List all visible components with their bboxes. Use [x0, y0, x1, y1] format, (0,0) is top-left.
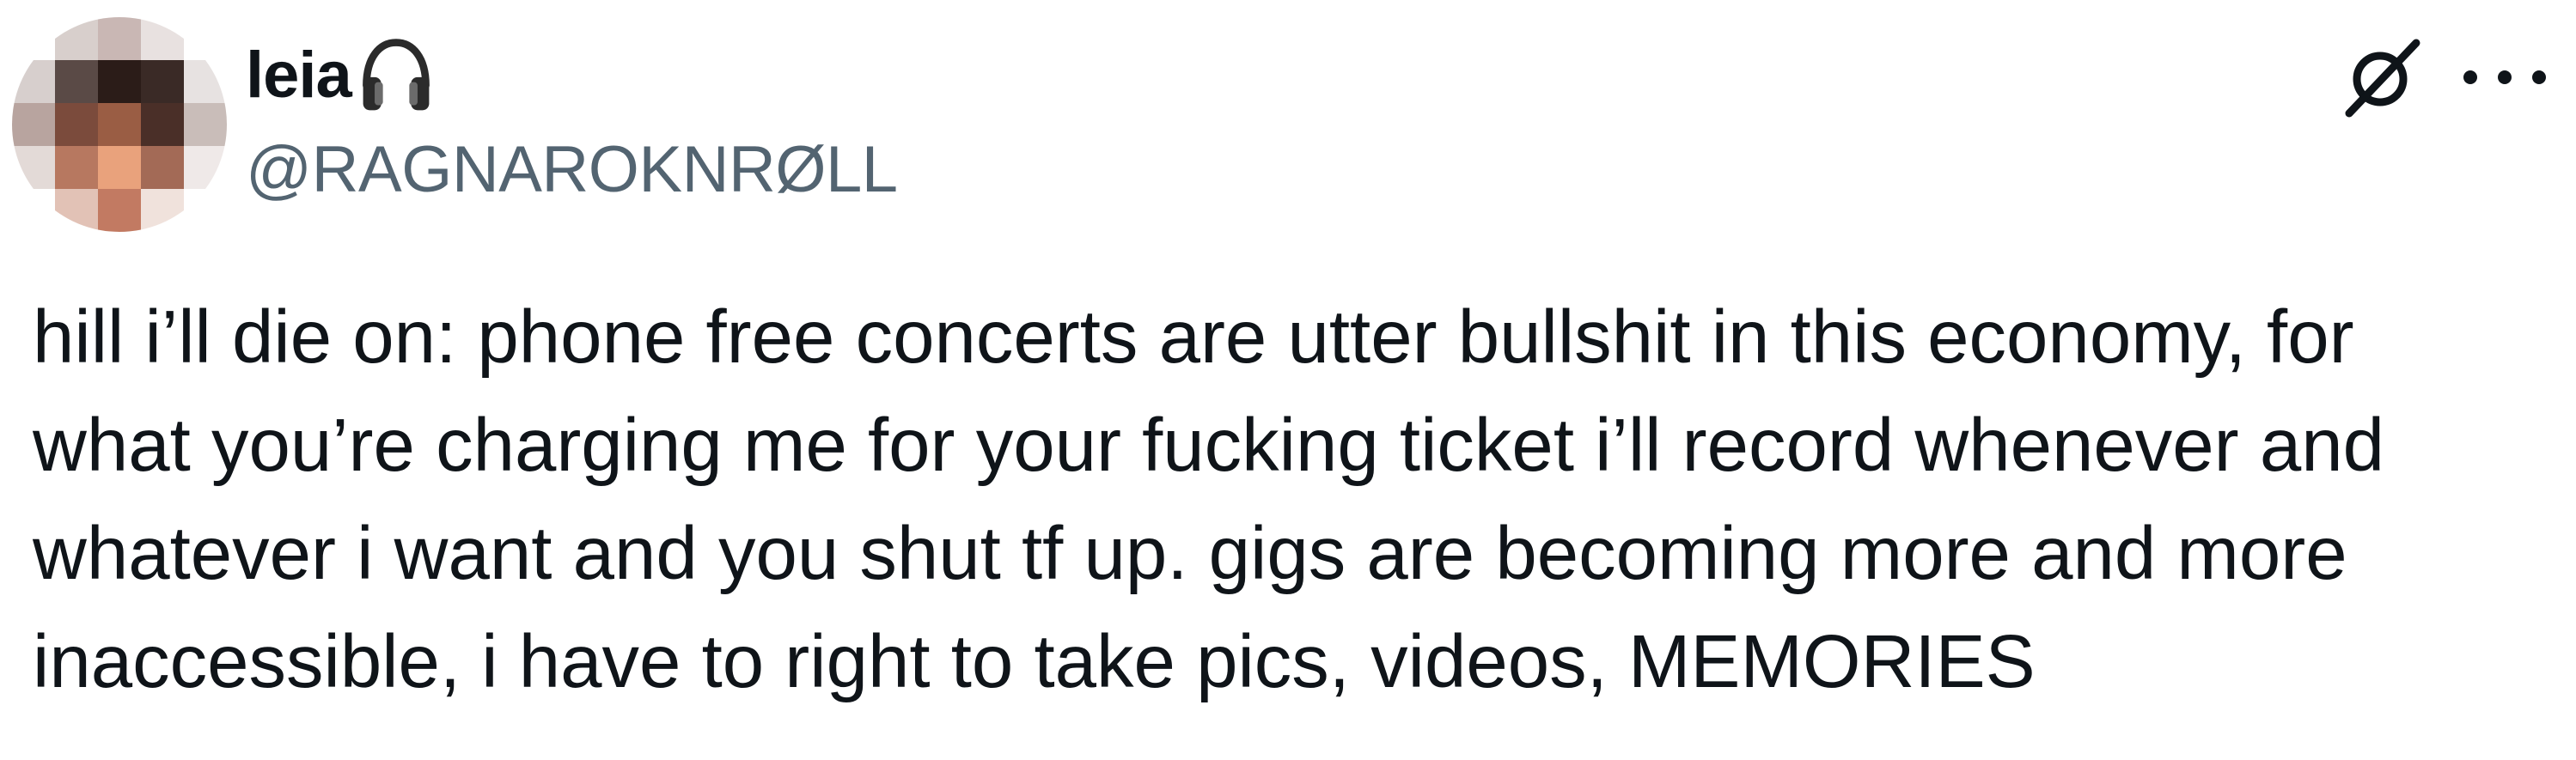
avatar-pixel	[98, 60, 141, 103]
avatar-pixel	[98, 146, 141, 189]
avatar-pixel	[141, 60, 184, 103]
tweet-text: hill i’ll die on: phone free concerts ar…	[33, 295, 2384, 703]
avatar-pixel	[98, 103, 141, 146]
avatar-pixel	[141, 103, 184, 146]
avatar-pixel	[184, 146, 227, 189]
avatar-pixel	[12, 146, 55, 189]
avatar-pixel	[98, 17, 141, 60]
tweet: leia @RAGNAROKNRØLL hill i’ll die on: ph…	[0, 0, 2576, 760]
avatar-pixel	[12, 60, 55, 103]
avatar-pixel	[55, 17, 98, 60]
tweet-header: leia @RAGNAROKNRØLL	[246, 31, 898, 203]
avatar-pixel	[184, 60, 227, 103]
avatar-pixel	[184, 189, 227, 232]
avatar-pixel	[55, 146, 98, 189]
avatar-pixel	[55, 60, 98, 103]
avatar[interactable]	[12, 17, 227, 232]
avatar-pixel	[141, 189, 184, 232]
avatar-pixel	[184, 17, 227, 60]
avatar-pixel	[55, 103, 98, 146]
headphones-icon	[362, 39, 430, 111]
avatar-pixel	[141, 17, 184, 60]
name-row: leia	[246, 31, 898, 120]
avatar-pixel	[141, 146, 184, 189]
avatar-pixel	[12, 103, 55, 146]
avatar-pixel	[55, 189, 98, 232]
avatar-pixel	[98, 189, 141, 232]
tweet-actions	[2339, 34, 2552, 120]
more-icon[interactable]	[2457, 60, 2552, 94]
avatar-pixel	[184, 103, 227, 146]
avatar-pixel	[12, 17, 55, 60]
grok-icon[interactable]	[2339, 34, 2425, 120]
user-handle[interactable]: @RAGNAROKNRØLL	[246, 137, 898, 203]
avatar-pixel	[12, 189, 55, 232]
display-name[interactable]: leia	[246, 43, 352, 108]
